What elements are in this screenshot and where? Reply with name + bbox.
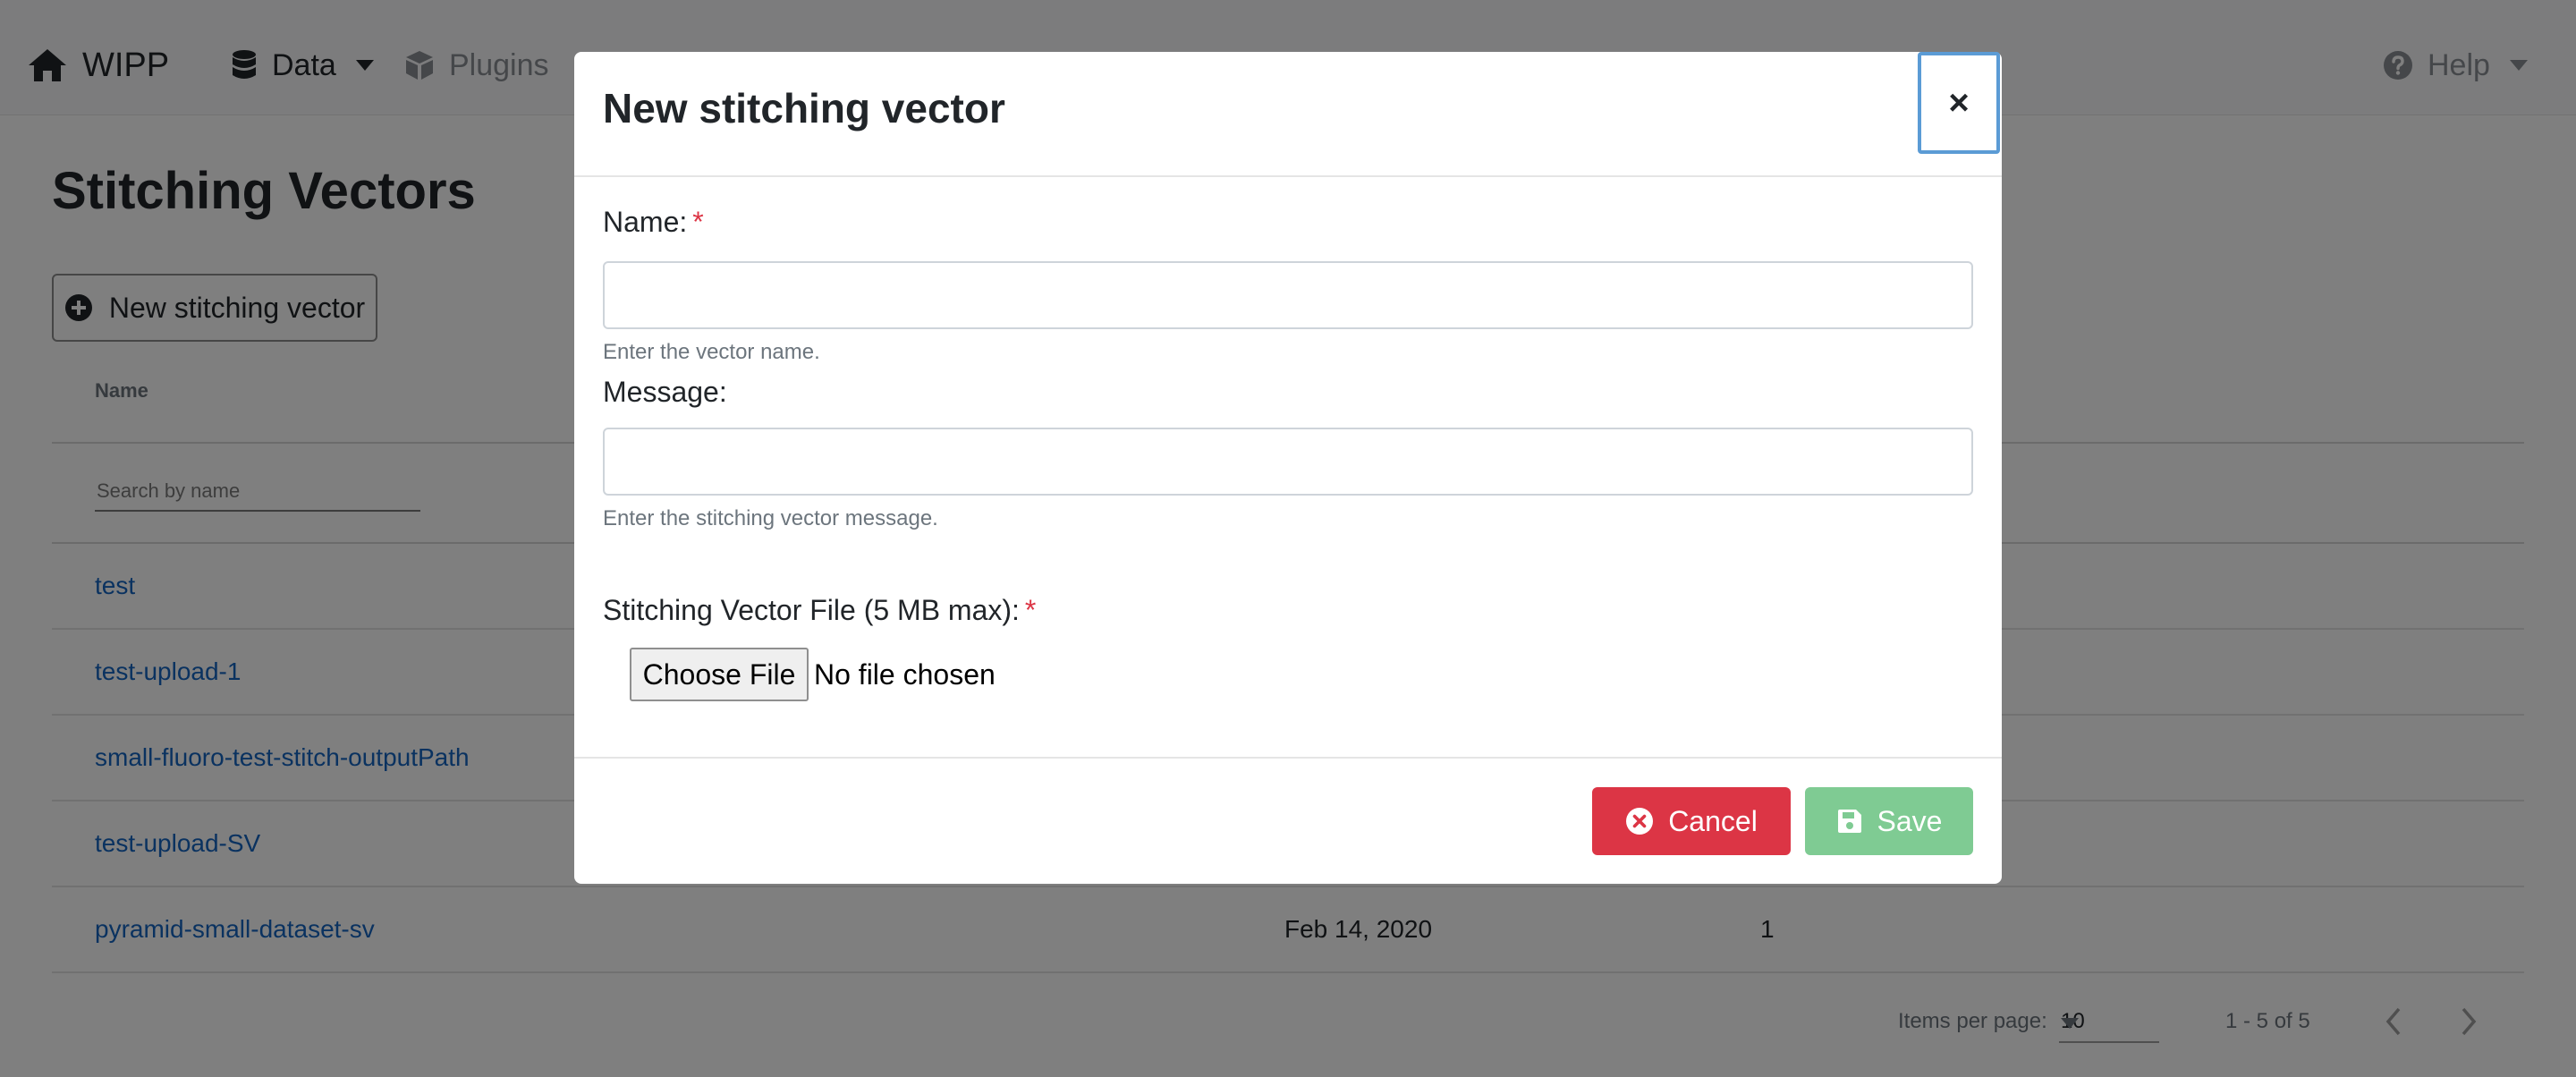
name-help-text: Enter the vector name. (603, 340, 820, 364)
name-label-text: Name: (603, 206, 688, 238)
modal-title: New stitching vector (603, 85, 1005, 131)
save-icon (1837, 810, 1861, 833)
save-button[interactable]: Save (1805, 787, 1973, 855)
cancel-button[interactable]: Cancel (1592, 787, 1791, 855)
modal-footer-divider (574, 757, 2002, 759)
message-field-label: Message: (603, 376, 727, 409)
close-button[interactable]: × (1918, 52, 2000, 154)
modal-header: New stitching vector × (574, 52, 2002, 177)
file-label-text: Stitching Vector File (5 MB max): (603, 594, 1020, 626)
file-status-text: No file chosen (814, 657, 996, 691)
file-field-label: Stitching Vector File (5 MB max): * (603, 594, 1036, 627)
message-label-text: Message: (603, 376, 727, 408)
required-mark: * (692, 206, 704, 238)
cancel-label: Cancel (1668, 804, 1758, 837)
required-mark: * (1024, 594, 1037, 626)
times-circle-icon (1626, 808, 1654, 835)
message-help-text: Enter the stitching vector message. (603, 506, 938, 530)
new-stitching-vector-dialog: New stitching vector × Name: * Enter the … (574, 52, 2002, 884)
save-label: Save (1877, 804, 1943, 837)
close-icon: × (1948, 82, 1970, 123)
name-field-label: Name: * (603, 206, 704, 239)
choose-file-button[interactable]: Choose File (630, 648, 809, 701)
name-input[interactable] (603, 261, 1973, 329)
message-input[interactable] (603, 428, 1973, 496)
